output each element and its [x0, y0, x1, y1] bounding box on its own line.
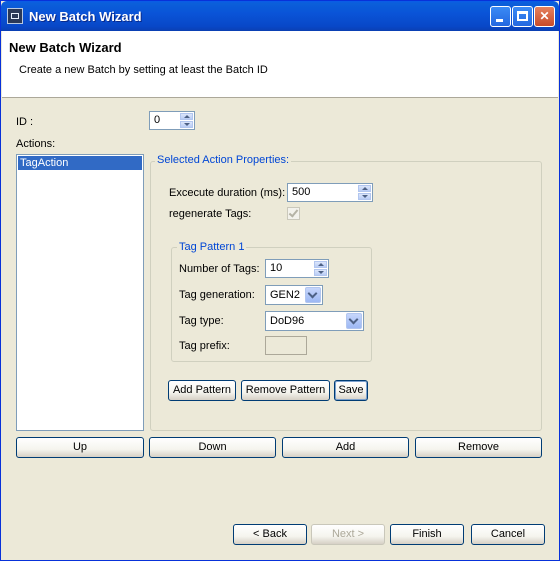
id-decrement-button[interactable]	[180, 121, 193, 128]
regenerate-checkbox[interactable]	[287, 207, 300, 220]
duration-increment-button[interactable]	[358, 185, 371, 192]
type-dropdown-icon[interactable]	[346, 313, 362, 329]
duration-label: Excecute duration (ms):	[169, 187, 286, 199]
prefix-label: Tag prefix:	[179, 340, 230, 352]
close-button[interactable]: ✕	[534, 6, 555, 27]
generation-select[interactable]: GEN2	[265, 285, 323, 305]
type-label: Tag type:	[179, 315, 224, 327]
back-button[interactable]: < Back	[233, 524, 307, 545]
down-button[interactable]: Down	[149, 437, 276, 458]
generation-value: GEN2	[270, 289, 300, 301]
generation-label: Tag generation:	[179, 289, 255, 301]
add-pattern-button[interactable]: Add Pattern	[168, 380, 236, 401]
type-select[interactable]: DoD96	[265, 311, 364, 331]
num-tags-label: Number of Tags:	[179, 263, 260, 275]
id-label: ID :	[16, 116, 34, 128]
id-increment-button[interactable]	[180, 113, 193, 120]
id-spinner[interactable]: 0	[149, 111, 195, 130]
cancel-button[interactable]: Cancel	[471, 524, 545, 545]
type-value: DoD96	[270, 315, 305, 327]
minimize-icon	[496, 19, 503, 22]
maximize-icon	[517, 11, 528, 21]
num-tags-increment-button[interactable]	[314, 261, 327, 268]
tag-pattern-legend: Tag Pattern 1	[177, 241, 247, 253]
num-tags-decrement-button[interactable]	[314, 269, 327, 276]
window-title: New Batch Wizard	[29, 9, 142, 24]
app-icon	[7, 8, 23, 24]
wizard-window: New Batch Wizard ✕ New Batch Wizard Crea…	[0, 0, 560, 561]
title-bar[interactable]: New Batch Wizard ✕	[1, 1, 559, 31]
remove-button[interactable]: Remove	[415, 437, 542, 458]
maximize-button[interactable]	[512, 6, 533, 27]
list-item-label: TagAction	[20, 157, 69, 169]
list-item[interactable]: TagAction	[18, 156, 142, 170]
remove-pattern-button[interactable]: Remove Pattern	[241, 380, 330, 401]
num-tags-spinner[interactable]: 10	[265, 259, 329, 278]
actions-list[interactable]: TagAction	[16, 154, 144, 431]
duration-value[interactable]: 500	[292, 186, 310, 198]
finish-button[interactable]: Finish	[390, 524, 464, 545]
duration-spinner[interactable]: 500	[287, 183, 373, 202]
num-tags-value[interactable]: 10	[270, 262, 282, 274]
up-button[interactable]: Up	[16, 437, 144, 458]
close-icon: ✕	[539, 9, 550, 23]
add-button[interactable]: Add	[282, 437, 409, 458]
wizard-header: New Batch Wizard Create a new Batch by s…	[2, 31, 558, 98]
properties-legend: Selected Action Properties:	[155, 154, 292, 166]
regenerate-label: regenerate Tags:	[169, 208, 252, 220]
id-value[interactable]: 0	[154, 114, 160, 126]
save-button[interactable]: Save	[334, 380, 368, 401]
next-button[interactable]: Next >	[311, 524, 385, 545]
page-title: New Batch Wizard	[9, 40, 122, 55]
duration-decrement-button[interactable]	[358, 193, 371, 200]
prefix-input[interactable]	[265, 336, 307, 355]
page-description: Create a new Batch by setting at least t…	[19, 64, 268, 76]
minimize-button[interactable]	[490, 6, 511, 27]
generation-dropdown-icon[interactable]	[305, 287, 321, 303]
actions-label: Actions:	[16, 138, 56, 150]
